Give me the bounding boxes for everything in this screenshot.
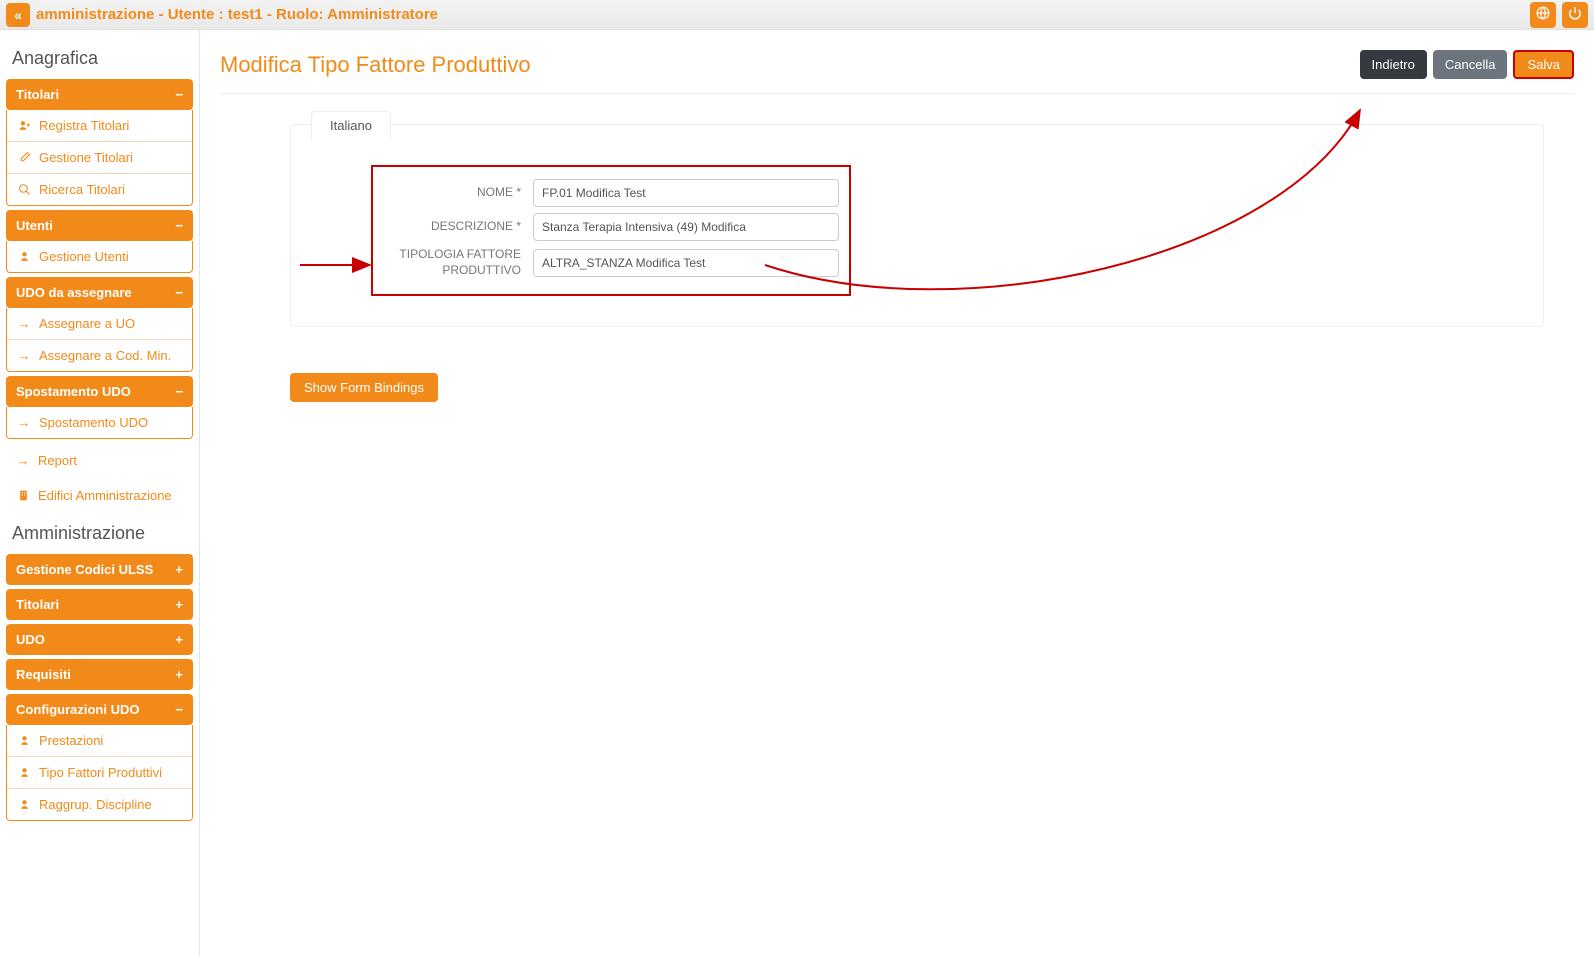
cancel-button[interactable]: Cancella [1433, 50, 1508, 79]
minus-icon: − [175, 218, 183, 233]
accordion-header-config-udo[interactable]: Configurazioni UDO − [6, 694, 193, 725]
tipologia-label: TIPOLOGIA FATTORE PRODUTTIVO [383, 247, 533, 278]
accordion-header-udo-assegnare[interactable]: UDO da assegnare − [6, 277, 193, 308]
nav-gestione-utenti[interactable]: Gestione Utenti [7, 241, 192, 272]
search-icon [17, 183, 31, 196]
arrow-right-icon: → [17, 316, 31, 331]
nav-label: Raggrup. Discipline [39, 797, 152, 812]
minus-icon: − [175, 702, 183, 717]
accordion-udo-assegnare: UDO da assegnare − → Assegnare a UO → As… [6, 277, 193, 372]
power-icon [1568, 6, 1582, 23]
nav-label: Ricerca Titolari [39, 182, 125, 197]
nav-label: Prestazioni [39, 733, 103, 748]
minus-icon: − [175, 384, 183, 399]
user-icon [17, 766, 31, 779]
accordion-label: Configurazioni UDO [16, 702, 140, 717]
accordion-config-udo: Configurazioni UDO − Prestazioni [6, 694, 193, 821]
nav-label: Registra Titolari [39, 118, 129, 133]
tipologia-input[interactable] [533, 249, 839, 277]
accordion-titolari-2: Titolari + [6, 589, 193, 620]
accordion-label: Titolari [16, 597, 59, 612]
accordion-label: Requisiti [16, 667, 71, 682]
accordion-udo: UDO + [6, 624, 193, 655]
arrow-right-icon: → [17, 415, 31, 430]
form-highlight-box: NOME * DESCRIZIONE * TIPOLOGIA FATTORE P… [371, 165, 851, 296]
page-title: Modifica Tipo Fattore Produttivo [220, 52, 531, 78]
accordion-spostamento: Spostamento UDO − → Spostamento UDO [6, 376, 193, 439]
show-form-bindings-button[interactable]: Show Form Bindings [290, 373, 438, 402]
nav-assegnare-cod-min[interactable]: → Assegnare a Cod. Min. [7, 340, 192, 371]
main-content: Modifica Tipo Fattore Produttivo Indietr… [200, 30, 1594, 956]
accordion-label: UDO da assegnare [16, 285, 132, 300]
arrow-right-icon: → [17, 348, 31, 363]
accordion-header-gestione-codici[interactable]: Gestione Codici ULSS + [6, 554, 193, 585]
nav-ricerca-titolari[interactable]: Ricerca Titolari [7, 174, 192, 205]
globe-button[interactable] [1530, 2, 1556, 28]
chevron-left-icon: « [14, 7, 22, 23]
nav-report[interactable]: → Report [6, 443, 193, 478]
nav-gestione-titolari[interactable]: Gestione Titolari [7, 142, 192, 174]
nav-label: Assegnare a Cod. Min. [39, 348, 171, 363]
nav-label: Assegnare a UO [39, 316, 135, 331]
accordion-titolari: Titolari − Registra Titolari Gest [6, 79, 193, 206]
nav-edifici-amministrazione[interactable]: Edifici Amministrazione [6, 478, 193, 513]
accordion-header-utenti[interactable]: Utenti − [6, 210, 193, 241]
nome-input[interactable] [533, 179, 839, 207]
tab-italiano[interactable]: Italiano [311, 111, 391, 140]
plus-icon: + [175, 632, 183, 647]
user-icon [17, 734, 31, 747]
plus-icon: + [175, 562, 183, 577]
nav-tipo-fattori-produttivi[interactable]: Tipo Fattori Produttivi [7, 757, 192, 789]
nav-prestazioni[interactable]: Prestazioni [7, 725, 192, 757]
accordion-requisiti: Requisiti + [6, 659, 193, 690]
accordion-header-titolari[interactable]: Titolari − [6, 79, 193, 110]
accordion-label: Utenti [16, 218, 53, 233]
user-icon [17, 250, 31, 263]
nav-label: Spostamento UDO [39, 415, 148, 430]
accordion-label: UDO [16, 632, 45, 647]
nav-label: Edifici Amministrazione [38, 488, 172, 503]
user-plus-icon [17, 119, 31, 132]
app-title: amministrazione - Utente : test1 - Ruolo… [36, 6, 438, 23]
building-icon [16, 489, 30, 502]
sidebar-collapse-button[interactable]: « [6, 3, 30, 27]
globe-icon [1536, 6, 1550, 23]
accordion-gestione-codici-ulss: Gestione Codici ULSS + [6, 554, 193, 585]
accordion-label: Spostamento UDO [16, 384, 131, 399]
nav-label: Gestione Titolari [39, 150, 133, 165]
accordion-label: Titolari [16, 87, 59, 102]
arrow-right-icon: → [16, 453, 30, 468]
accordion-header-titolari-2[interactable]: Titolari + [6, 589, 193, 620]
sidebar: Anagrafica Titolari − Registra Titolari [0, 30, 200, 956]
nav-spostamento-udo[interactable]: → Spostamento UDO [7, 407, 192, 438]
accordion-header-spostamento[interactable]: Spostamento UDO − [6, 376, 193, 407]
nav-label: Tipo Fattori Produttivi [39, 765, 162, 780]
user-icon [17, 798, 31, 811]
topbar: « amministrazione - Utente : test1 - Ruo… [0, 0, 1594, 30]
back-button[interactable]: Indietro [1360, 50, 1427, 79]
nav-registra-titolari[interactable]: Registra Titolari [7, 110, 192, 142]
accordion-header-udo[interactable]: UDO + [6, 624, 193, 655]
descrizione-label: DESCRIZIONE * [383, 219, 533, 235]
section-amministrazione: Amministrazione [6, 513, 193, 554]
minus-icon: − [175, 285, 183, 300]
accordion-label: Gestione Codici ULSS [16, 562, 153, 577]
descrizione-input[interactable] [533, 213, 839, 241]
form-panel: Italiano NOME * DESCRIZIONE * TIPOLOGIA … [290, 124, 1544, 327]
nav-label: Gestione Utenti [39, 249, 129, 264]
accordion-header-requisiti[interactable]: Requisiti + [6, 659, 193, 690]
nome-label: NOME * [383, 185, 533, 201]
section-anagrafica: Anagrafica [6, 38, 193, 79]
nav-assegnare-uo[interactable]: → Assegnare a UO [7, 308, 192, 340]
plus-icon: + [175, 667, 183, 682]
nav-label: Report [38, 453, 77, 468]
power-button[interactable] [1562, 2, 1588, 28]
edit-icon [17, 151, 31, 164]
accordion-utenti: Utenti − Gestione Utenti [6, 210, 193, 273]
nav-raggrup-discipline[interactable]: Raggrup. Discipline [7, 789, 192, 820]
minus-icon: − [175, 87, 183, 102]
save-button[interactable]: Salva [1513, 50, 1574, 79]
plus-icon: + [175, 597, 183, 612]
